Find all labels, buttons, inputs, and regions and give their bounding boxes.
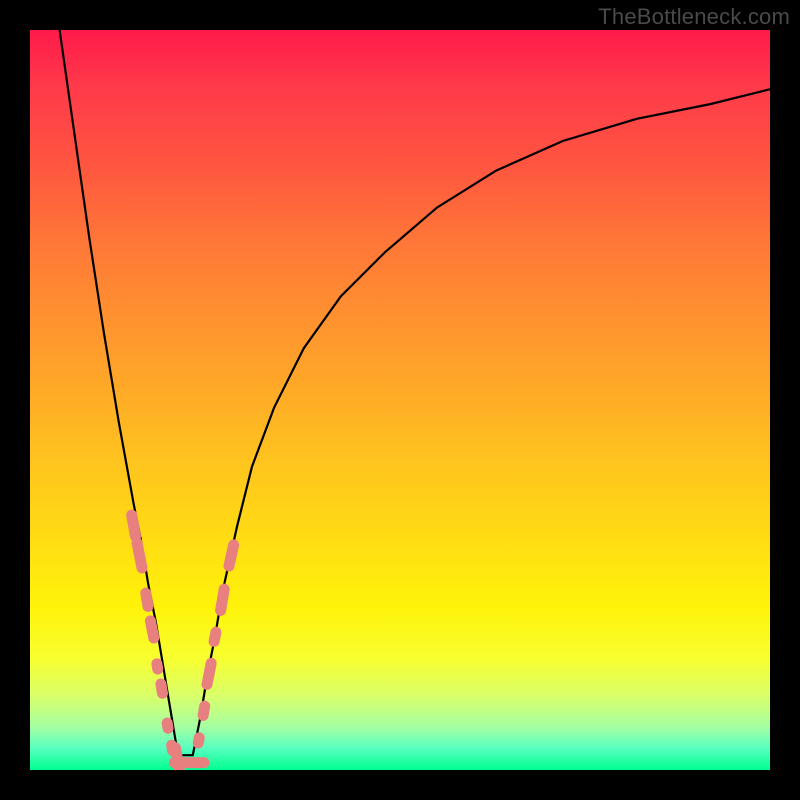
curve-marker <box>214 583 230 617</box>
curve-svg <box>30 30 770 770</box>
curve-marker <box>131 536 149 574</box>
marker-layer <box>125 509 240 770</box>
curve-marker <box>222 538 240 572</box>
curve-marker <box>201 657 218 691</box>
curve-marker <box>197 700 211 722</box>
watermark-text: TheBottleneck.com <box>598 4 790 30</box>
curve-marker <box>125 509 142 543</box>
curve-marker <box>169 757 210 768</box>
chart-frame: TheBottleneck.com <box>0 0 800 800</box>
plot-area <box>30 30 770 770</box>
curve-marker <box>139 587 154 613</box>
curve-marker <box>208 626 223 648</box>
bottleneck-curve <box>60 30 770 755</box>
